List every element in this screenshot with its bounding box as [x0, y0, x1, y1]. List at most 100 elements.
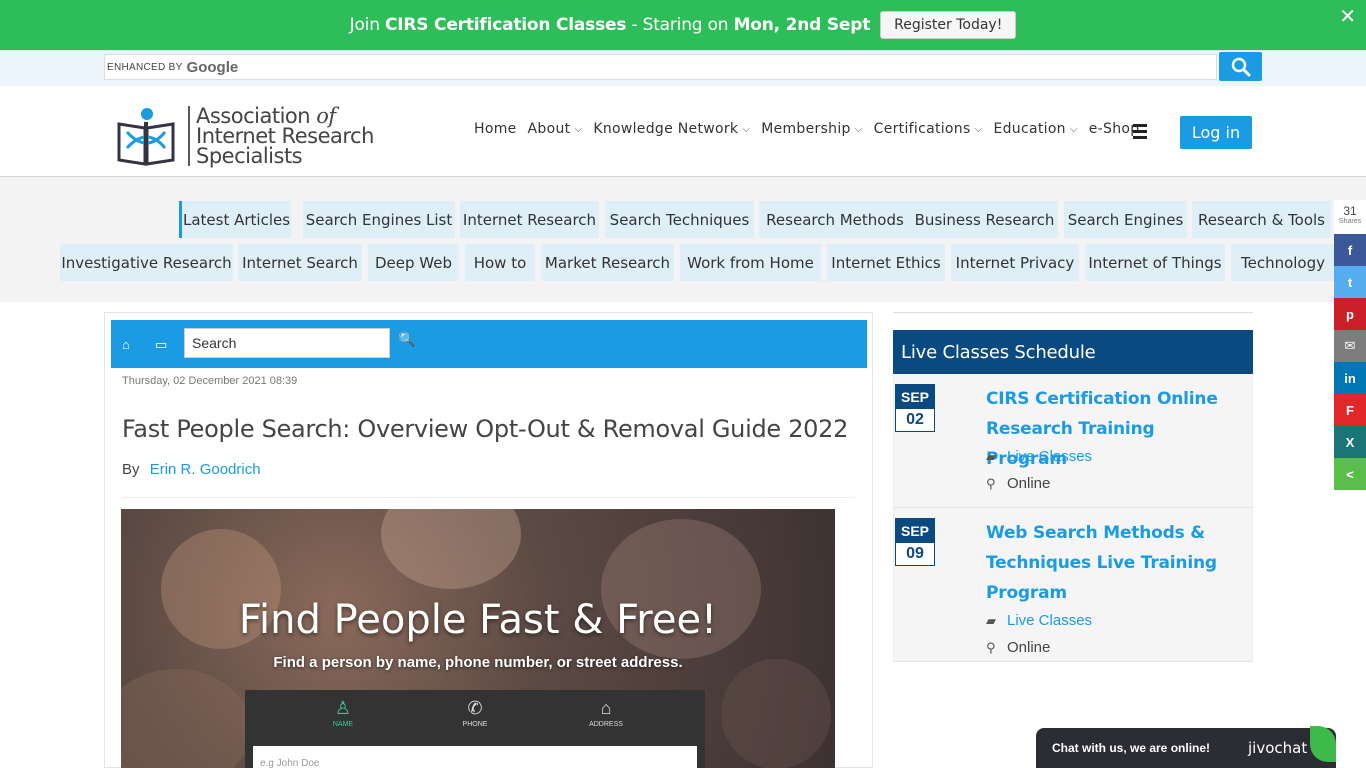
- pinterest-share-button[interactable]: p: [1334, 298, 1366, 330]
- article-date: Thursday, 02 December 2021 08:39: [122, 375, 298, 387]
- pinterest-icon: p: [1346, 306, 1354, 322]
- register-today-button[interactable]: Register Today!: [880, 11, 1017, 39]
- site-name: Association of Internet Research Special…: [188, 106, 374, 167]
- tag-technology[interactable]: Technology: [1231, 244, 1335, 281]
- nav-item-home[interactable]: Home: [474, 121, 517, 137]
- flipboard-icon: F: [1346, 402, 1354, 418]
- event-title-link[interactable]: Web Search Methods & Techniques Live Tra…: [986, 518, 1236, 608]
- promo-text: Join CIRS Certification Classes - Starin…: [349, 15, 871, 35]
- tag-how-to[interactable]: How to: [465, 244, 535, 281]
- folder-open-icon: ▰: [986, 448, 996, 464]
- tag-internet-research[interactable]: Internet Research: [460, 201, 599, 238]
- twitter-share-button[interactable]: t: [1334, 266, 1366, 298]
- hero-tab-name: ♙ NAME: [298, 698, 388, 728]
- chevron-down-icon: ⌵: [974, 123, 983, 135]
- tag-internet-of-things[interactable]: Internet of Things: [1085, 244, 1225, 281]
- nav-item-label: e-Shop: [1088, 121, 1140, 137]
- hero-name-input: e.g John Doe: [253, 746, 697, 768]
- xing-share-button[interactable]: X: [1334, 426, 1366, 458]
- sidebar: Live Classes Schedule SEP 02 CIRS Certific…: [893, 312, 1253, 662]
- event-date-badge: SEP 09: [895, 518, 935, 566]
- hamburger-menu-icon[interactable]: [1133, 124, 1147, 142]
- tag-business-research[interactable]: Business Research: [911, 201, 1058, 238]
- phone-icon: ✆: [467, 698, 483, 718]
- event-date-badge: SEP 02: [895, 384, 935, 432]
- event-category-link[interactable]: Live Classes: [1007, 448, 1092, 465]
- byline: By Erin R. Goodrich: [122, 461, 261, 478]
- nav-item-label: Home: [474, 121, 517, 137]
- tag-search-engines[interactable]: Search Engines: [1064, 201, 1187, 238]
- event-category: ▰ Live Classes: [986, 612, 1092, 629]
- nav-item-label: Knowledge Network: [593, 121, 739, 137]
- tag-investigative-research[interactable]: Investigative Research: [60, 244, 233, 281]
- event-location-text: Online: [1007, 475, 1051, 492]
- article-panel: ⌂ ▭ Search 🔍 Thursday, 02 December 2021 …: [104, 312, 873, 768]
- main-nav: Home About ⌵ Knowledge Network ⌵ Membership ⌵ C…: [474, 121, 1150, 137]
- chevron-down-icon: ⌵: [1069, 123, 1078, 135]
- facebook-share-button[interactable]: f: [1334, 234, 1366, 266]
- twitter-icon: t: [1347, 274, 1353, 290]
- chevron-down-icon: ⌵: [742, 123, 751, 135]
- hero-headline: Find People Fast & Free!: [238, 597, 718, 643]
- event-item: SEP 02 CIRS Certification Online Research …: [893, 374, 1253, 508]
- flipboard-share-button[interactable]: F: [1334, 394, 1366, 426]
- article-hero-image: Find People Fast & Free! Find a person b…: [121, 509, 835, 768]
- login-button[interactable]: Log in: [1180, 116, 1252, 149]
- tag-research-tools[interactable]: Research & Tools: [1192, 201, 1331, 238]
- linkedin-icon: in: [1344, 370, 1356, 386]
- google-logo: Google: [186, 58, 239, 76]
- site-logo[interactable]: Association of Internet Research Special…: [113, 104, 374, 168]
- sharethis-share-button[interactable]: <: [1334, 458, 1366, 490]
- event-day: 02: [895, 408, 935, 432]
- nav-item-knowledge-network[interactable]: Knowledge Network ⌵: [593, 121, 750, 137]
- enhanced-by-label: ENHANCED BY: [107, 61, 183, 73]
- email-share-button[interactable]: ✉: [1334, 330, 1366, 362]
- tag-deep-web[interactable]: Deep Web: [368, 244, 459, 281]
- search-icon: [1231, 57, 1250, 76]
- close-icon[interactable]: ✕: [1339, 4, 1356, 29]
- category-tags: Latest Articles Search Engines List Intern…: [0, 177, 1366, 302]
- event-category-link[interactable]: Live Classes: [1007, 612, 1092, 629]
- tag-search-techniques[interactable]: Search Techniques: [605, 201, 754, 238]
- event-month: SEP: [895, 518, 935, 542]
- tag-research-methods[interactable]: Research Methods: [759, 201, 911, 238]
- nav-item-education[interactable]: Education ⌵: [993, 121, 1077, 137]
- event-month: SEP: [895, 384, 935, 408]
- tag-market-research[interactable]: Market Research: [541, 244, 674, 281]
- tag-latest-articles[interactable]: Latest Articles: [179, 201, 291, 238]
- tag-internet-ethics[interactable]: Internet Ethics: [827, 244, 945, 281]
- home-icon[interactable]: ⌂: [122, 337, 130, 352]
- site-header: Association of Internet Research Special…: [0, 86, 1366, 177]
- folder-open-icon: ▰: [986, 612, 996, 628]
- divider: [122, 497, 855, 498]
- article-search-input[interactable]: Search: [184, 328, 390, 358]
- nav-item-about[interactable]: About ⌵: [528, 121, 583, 137]
- google-search-button[interactable]: [1219, 52, 1262, 81]
- nav-item-membership[interactable]: Membership ⌵: [761, 121, 862, 137]
- magnifier-icon[interactable]: 🔍: [398, 331, 415, 348]
- google-search-input[interactable]: ENHANCED BY Google: [104, 54, 1217, 80]
- jivochat-logo: jivochat: [1248, 739, 1308, 757]
- hero-tab-phone: ✆ PHONE: [430, 698, 520, 728]
- tag-internet-search[interactable]: Internet Search: [238, 244, 362, 281]
- author-link[interactable]: Erin R. Goodrich: [150, 461, 261, 478]
- hero-tab-address: ⌂ ADDRESS: [561, 698, 651, 728]
- chat-widget[interactable]: Chat with us, we are online! jivochat: [1036, 726, 1336, 768]
- folder-icon[interactable]: ▭: [155, 337, 167, 353]
- event-day: 09: [895, 542, 935, 566]
- tag-internet-privacy[interactable]: Internet Privacy: [951, 244, 1079, 281]
- linkedin-share-button[interactable]: in: [1334, 362, 1366, 394]
- nav-item-certifications[interactable]: Certifications ⌵: [874, 121, 983, 137]
- nav-item-label: Membership: [761, 121, 851, 137]
- nav-item-e-shop[interactable]: e-Shop: [1089, 121, 1140, 137]
- email-icon: ✉: [1344, 338, 1356, 353]
- map-marker-icon: ⚲: [986, 475, 996, 491]
- tag-work-from-home[interactable]: Work from Home: [680, 244, 821, 281]
- tag-search-engines-list[interactable]: Search Engines List: [303, 201, 455, 238]
- promo-bar: Join CIRS Certification Classes - Starin…: [0, 0, 1366, 50]
- article-toolbar: ⌂ ▭ Search 🔍: [111, 320, 867, 368]
- nav-item-label: Certifications: [873, 121, 971, 137]
- nav-item-label: About: [527, 121, 571, 137]
- live-classes-heading: Live Classes Schedule: [893, 330, 1253, 374]
- chat-message: Chat with us, we are online!: [1052, 741, 1211, 755]
